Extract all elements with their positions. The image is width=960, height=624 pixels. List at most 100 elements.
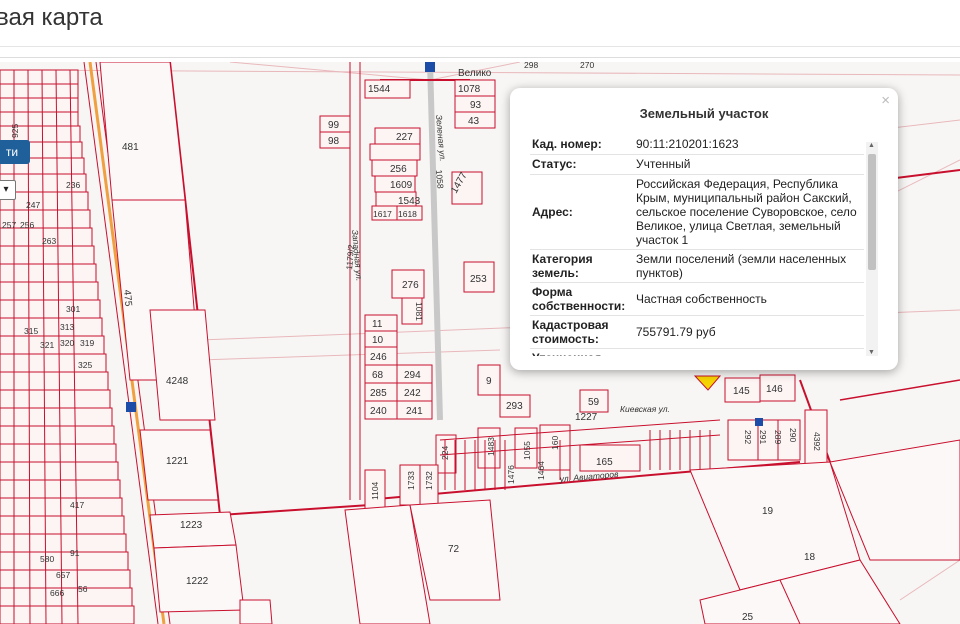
route-marker [126, 402, 136, 412]
street-label: ул. Авиаторов [558, 469, 619, 484]
parcel-label: 246 [370, 352, 387, 363]
parcel-label: 417 [70, 500, 84, 510]
attribute-value: 90:11:210201:1623 [634, 134, 864, 155]
parcel-label: 1464 [536, 461, 546, 480]
chevron-down-icon: ▾ [3, 184, 9, 195]
parcel-label: 657 [56, 570, 70, 580]
parcel-label: 256 [390, 164, 407, 175]
popup-scrollbar[interactable]: ▲ ▼ [866, 142, 878, 356]
parcel-label: 227 [396, 132, 413, 143]
parcel-label: 160 [550, 436, 560, 450]
parcel-label: 165 [596, 457, 613, 468]
parcel-label: 224 [440, 446, 450, 460]
attribute-value: Земли поселений (земли населенных пункто… [634, 249, 864, 283]
parcel-label: 319 [80, 338, 94, 348]
parcel-label: 247 [26, 200, 40, 210]
parcel-info-popup: Земельный участок × Кад. номер: 90:11:21… [510, 88, 898, 370]
parcel-label: 276 [402, 280, 419, 291]
parcel-label: 1081 [414, 302, 424, 321]
parcel-label: 241 [406, 406, 423, 417]
parcel-label: 10 [372, 335, 384, 346]
parcel-label: 98 [328, 136, 340, 147]
parcel-label: 1221 [166, 456, 189, 467]
attribute-key: Уточненная [530, 348, 634, 356]
map-layer-select[interactable]: ▾ [0, 180, 16, 200]
parcel-label: 1618 [398, 209, 417, 219]
parcel-label: 4248 [166, 376, 189, 387]
selected-parcel[interactable] [693, 375, 722, 391]
parcel-label: 270 [580, 62, 594, 70]
parcel-label: 1078 [458, 84, 481, 95]
attribute-value: 755791.79 руб [634, 315, 864, 349]
parcel-label: 292 [743, 430, 753, 444]
parcel-label: 11 [372, 319, 383, 330]
parcel-label: 1227 [575, 412, 598, 423]
parcel-label: 93 [470, 100, 482, 111]
parcel-label: 240 [370, 406, 387, 417]
parcel-label: 289 [773, 430, 783, 444]
attribute-key: Кадастровая стоимость: [530, 315, 634, 349]
parcel-label: 1223 [180, 520, 203, 531]
parcel-label: 256 [20, 220, 34, 230]
parcel-label: 298 [524, 62, 538, 70]
attribute-key: Адрес: [530, 174, 634, 250]
popup-body[interactable]: Кад. номер: 90:11:210201:1623 Статус: Уч… [530, 134, 868, 356]
parcel-label: 253 [470, 274, 487, 285]
parcel-label: 9 [486, 376, 492, 387]
attribute-key: Категория земель: [530, 249, 634, 283]
popup-title: Земельный участок [639, 106, 769, 121]
parcel-label: 320 [60, 338, 74, 348]
parcel-label: 315 [24, 326, 38, 336]
scroll-up-icon[interactable]: ▲ [868, 142, 875, 149]
parcel-label: 293 [506, 401, 523, 412]
street-label: Зеленая ул. [434, 114, 448, 162]
attributes-table: Кад. номер: 90:11:210201:1623 Статус: Уч… [530, 134, 864, 356]
parcel-label: 146 [766, 384, 783, 395]
parcel-label: 25 [742, 612, 754, 623]
parcel-label: 145 [733, 386, 750, 397]
parcel-label: 56 [78, 584, 88, 594]
parcel-label: 925 [10, 124, 20, 138]
parcel-label: 475 [121, 289, 133, 307]
attribute-key: Статус: [530, 154, 634, 175]
parcel-label: 301 [66, 304, 80, 314]
parcel-label: 242 [404, 388, 421, 399]
parcel-label: 99 [328, 120, 340, 131]
close-icon[interactable]: × [881, 92, 890, 109]
parcel-label: 43 [468, 116, 480, 127]
parcel-label: 19 [762, 506, 774, 517]
parcel-label: 1733 [406, 471, 416, 490]
parcel-label: 1732 [424, 471, 434, 490]
parcel-label: 666 [50, 588, 64, 598]
parcel-label: 580 [40, 554, 54, 564]
attribute-value: Российская Федерация, Республика Крым, м… [634, 174, 864, 250]
table-row: Форма собственности: Частная собственнос… [530, 282, 864, 316]
table-row: Категория земель: Земли поселений (земли… [530, 249, 864, 283]
parcel-label: 1483 [486, 437, 496, 456]
parcel-label: 285 [370, 388, 387, 399]
parcel-label: 294 [404, 370, 421, 381]
attribute-value: Частная собственность [634, 282, 864, 316]
parcel-label: 236 [66, 180, 80, 190]
parcel-label: 1104 [370, 481, 380, 500]
parcel-label: 313 [60, 322, 74, 332]
page-header: вая карта [0, 0, 960, 47]
table-row: Статус: Учтенный [530, 154, 864, 175]
table-row: Адрес: Российская Федерация, Республика … [530, 174, 864, 250]
attribute-value: Учтенный [634, 154, 864, 175]
header-divider [0, 57, 960, 58]
parcel-label: 1476 [506, 465, 516, 484]
scrollbar-thumb[interactable] [868, 154, 876, 270]
parcel-label: 257 [2, 220, 16, 230]
parcel-label: 68 [372, 370, 384, 381]
parcel-label: 263 [42, 236, 56, 246]
map-action-button[interactable]: ти [0, 140, 30, 164]
table-row: Кад. номер: 90:11:210201:1623 [530, 134, 864, 155]
parcel-label: 1055 [522, 441, 532, 460]
parcel-label: 4392 [812, 432, 822, 451]
parcel-label: 1617 [373, 209, 392, 219]
parcel-label: 1609 [390, 180, 413, 191]
scroll-down-icon[interactable]: ▼ [868, 349, 875, 356]
page-title: вая карта [0, 4, 103, 31]
parcel-label: 290 [788, 428, 798, 442]
